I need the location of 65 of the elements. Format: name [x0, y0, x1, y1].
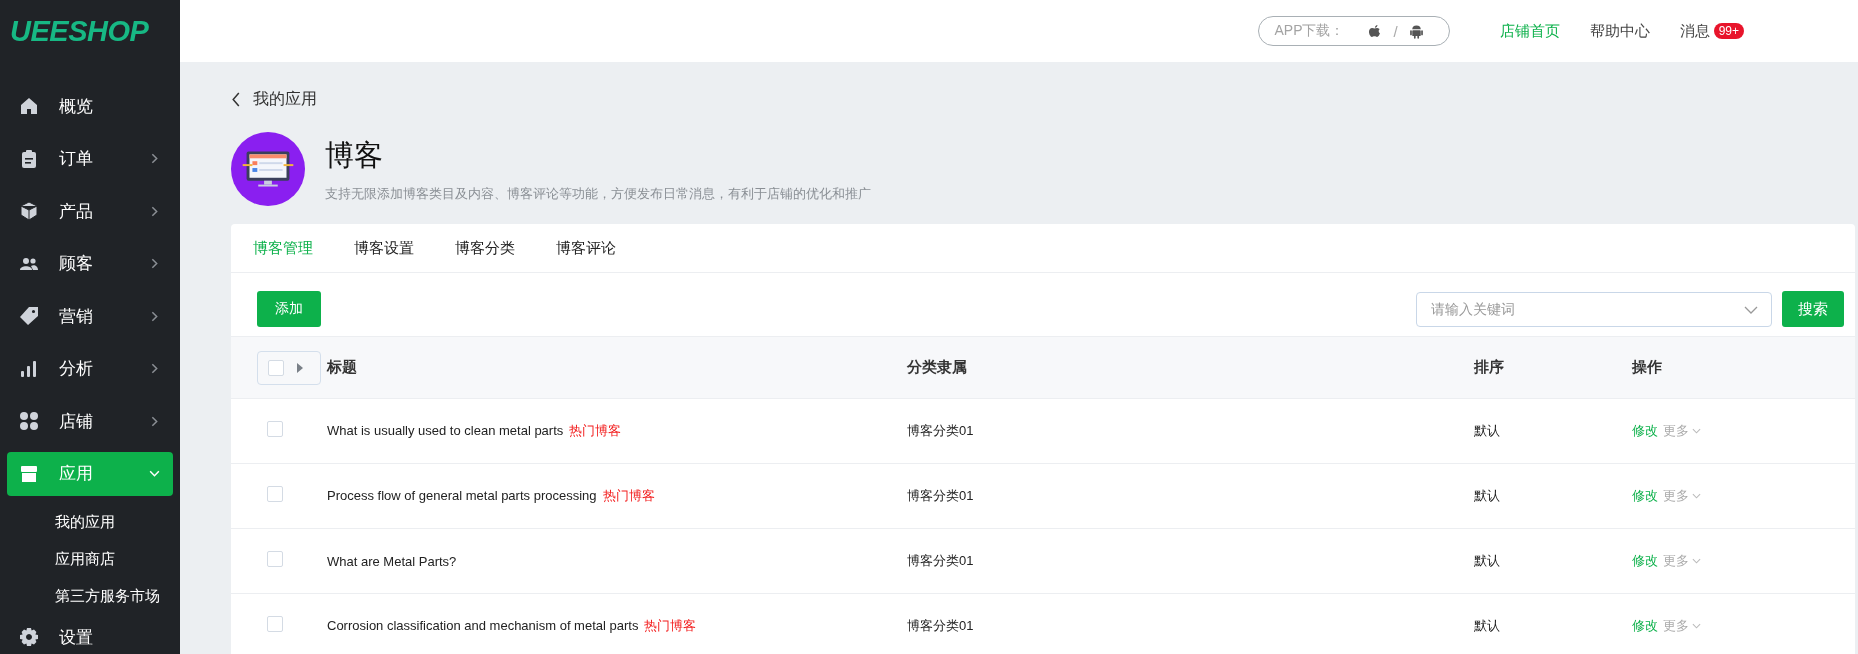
clipboard-icon: [19, 148, 39, 169]
hot-tag: 热门博客: [569, 423, 622, 438]
grid-icon: [19, 411, 39, 431]
caret-icon: [1692, 623, 1701, 629]
column-header: 操作: [1632, 358, 1663, 377]
table-cell: 博客分类01: [907, 553, 974, 568]
column-header: 排序: [1474, 358, 1505, 377]
column-header: 分类隶属: [907, 358, 968, 377]
column-header: 标题: [327, 358, 358, 377]
select-all-control[interactable]: [257, 350, 321, 385]
tag-icon: [19, 306, 39, 326]
message-count-badge: 99+: [1713, 23, 1744, 39]
store-icon: [19, 463, 39, 484]
post-title: What is usually used to clean metal parts: [327, 423, 564, 438]
nav-item[interactable]: 分析: [7, 346, 173, 391]
box-icon: [19, 201, 39, 221]
tab[interactable]: 博客设置: [354, 238, 414, 258]
bars-icon: [19, 358, 39, 379]
hot-tag: 热门博客: [644, 618, 697, 633]
top-link[interactable]: 帮助中心: [1589, 21, 1650, 41]
caret-icon: [297, 362, 303, 373]
caret-icon: [1692, 558, 1701, 564]
search-field[interactable]: 请输入关键词: [1416, 291, 1772, 327]
nav-item[interactable]: 设置: [7, 615, 173, 654]
blog-app-icon: [231, 132, 305, 206]
table-cell: 默认: [1474, 423, 1500, 438]
top-link[interactable]: 消息: [1679, 21, 1710, 41]
row-checkbox[interactable]: [267, 551, 283, 567]
nav-item[interactable]: 概览: [7, 84, 173, 128]
table-cell: 默认: [1474, 618, 1500, 633]
home-icon: [19, 96, 39, 116]
row-checkbox[interactable]: [267, 486, 283, 502]
submenu-item[interactable]: 第三方服务市场: [0, 578, 180, 615]
table-cell: 博客分类01: [907, 423, 974, 438]
caret-icon: [1692, 428, 1701, 434]
table-cell: 博客分类01: [907, 488, 974, 503]
separator-text: /: [1393, 22, 1398, 40]
android-icon[interactable]: [1407, 22, 1425, 40]
hot-tag: 热门博客: [602, 488, 655, 503]
app-description: 支持无限添加博客类目及内容、博客评论等功能，方便发布日常消息，有利于店铺的优化和推广: [325, 185, 871, 203]
nav-item[interactable]: 店铺: [7, 399, 173, 443]
logo: UEESHOP: [9, 13, 150, 49]
nav-item[interactable]: 营销: [7, 294, 173, 338]
back-link[interactable]: 我的应用: [231, 89, 1855, 109]
table-cell: 博客分类01: [907, 618, 974, 633]
app-download-label: APP下载：: [1274, 22, 1345, 40]
nav-item[interactable]: 订单: [7, 136, 173, 181]
row-checkbox[interactable]: [267, 421, 283, 437]
chevron-down-icon[interactable]: [1744, 305, 1758, 314]
caret-icon: [1692, 493, 1701, 499]
submenu-item[interactable]: 应用商店: [0, 541, 180, 578]
tab[interactable]: 博客评论: [556, 238, 616, 258]
app-title: 博客: [325, 137, 384, 173]
post-title: Corrosion classification and mechanism of metal parts: [327, 618, 639, 633]
row-checkbox[interactable]: [267, 616, 283, 632]
post-title: What are Metal Parts?: [327, 553, 457, 569]
tab[interactable]: 博客分类: [455, 238, 515, 258]
table-cell: 默认: [1474, 488, 1500, 503]
gear-icon: [19, 627, 39, 647]
nav-item[interactable]: 产品: [7, 189, 173, 233]
nav-item[interactable]: 顾客: [7, 241, 173, 286]
submenu-item[interactable]: 我的应用: [0, 504, 180, 541]
table-cell: 默认: [1474, 553, 1500, 568]
back-link-label[interactable]: 我的应用: [253, 88, 317, 110]
post-title: Process flow of general metal parts processing: [327, 488, 597, 503]
